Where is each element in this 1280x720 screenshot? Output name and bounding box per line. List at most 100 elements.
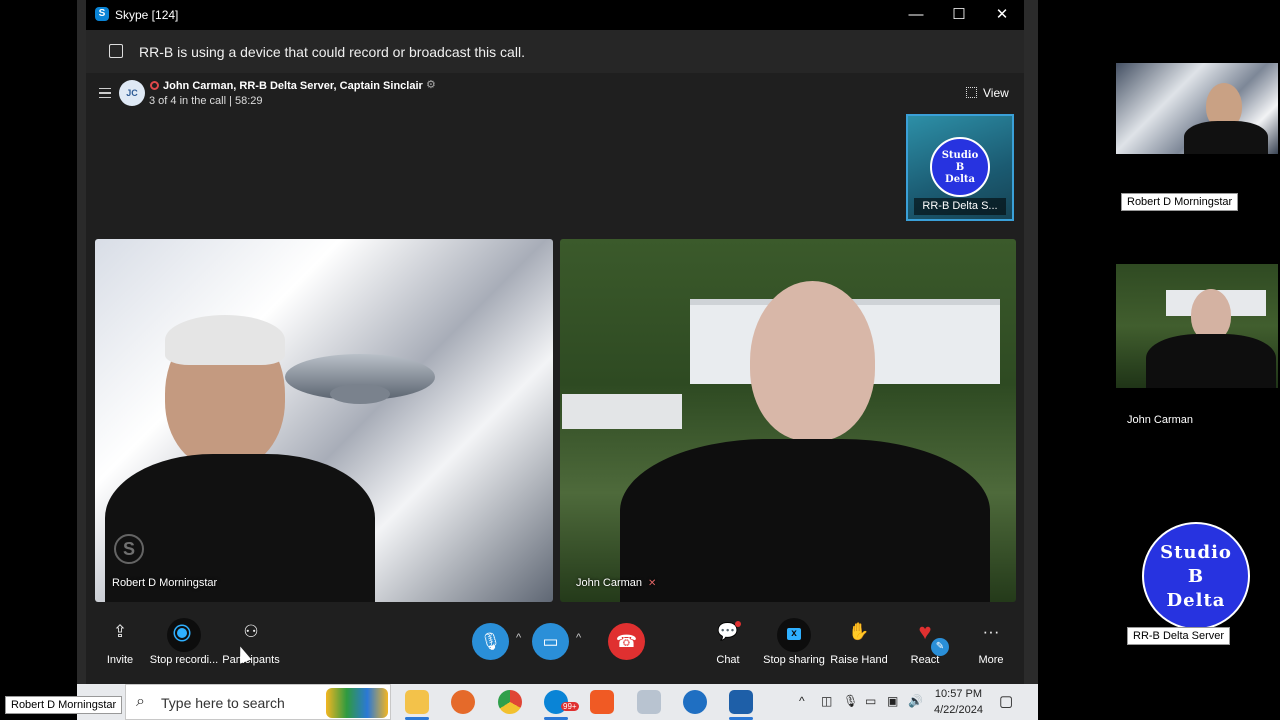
stop-share-icon [777, 618, 811, 652]
clock[interactable]: 10:57 PM 4/22/2024 [934, 686, 983, 718]
minimize-button[interactable]: — [896, 3, 936, 27]
more-button[interactable]: ··· More [956, 618, 1026, 666]
studio-b-delta-logo: Studio B Delta [930, 137, 990, 197]
camera-icon: ▭ [542, 632, 559, 651]
self-tile-label: RR-B Delta S... [914, 198, 1006, 215]
call-avatar[interactable]: JC [119, 80, 145, 106]
broadcast-device-icon [109, 44, 123, 58]
skype-unread-badge: 99+ [561, 702, 579, 711]
participants-button[interactable]: ⚇ Participants [216, 618, 286, 666]
stop-sharing-label: Stop sharing [763, 654, 825, 666]
logo-line: B [1187, 566, 1205, 587]
search-box[interactable]: ⌕ Type here to search [125, 684, 391, 720]
person-body [1146, 334, 1276, 388]
participants-icon: ⚇ [243, 622, 259, 641]
call-status: 3 of 4 in the call | 58:29 [149, 95, 263, 107]
muted-mic-icon: ✕ [648, 578, 657, 589]
background-window-edge [77, 0, 86, 684]
chat-label: Chat [716, 654, 740, 666]
call-controls: ⇪ Invite Stop recordi... ⚇ Participants … [86, 610, 1024, 684]
skype-window: S Skype [124] — ☐ ✕ RR-B is using a devi… [86, 0, 1024, 684]
person-head [750, 281, 875, 441]
chat-icon: 💬 [717, 622, 739, 641]
logo-line: Studio [941, 150, 979, 161]
tray-chevron-icon[interactable]: ^ [799, 694, 805, 708]
video-name-robert: Robert D Morningstar [112, 577, 218, 589]
video-name-john-label: John Carman [576, 577, 643, 589]
tray-app-icon[interactable]: ◫ [821, 694, 832, 708]
grid-icon [966, 87, 977, 98]
person-hair [165, 315, 285, 365]
video-tile-john[interactable]: John Carman ✕ [560, 239, 1016, 602]
mic-options-chevron-icon[interactable]: ^ [516, 632, 521, 644]
recording-indicator-icon [150, 81, 159, 90]
chat-button[interactable]: 💬 Chat [693, 618, 763, 666]
microphone-button[interactable]: 🎙 [472, 623, 509, 660]
person-body [1184, 121, 1268, 154]
side-video-john [1116, 264, 1278, 388]
network-icon[interactable]: ▣ [887, 694, 898, 708]
call-header: JC John Carman, RR-B Delta Server, Capta… [86, 73, 1024, 113]
clock-time: 10:57 PM [934, 688, 983, 700]
chat-notification-dot [735, 621, 741, 627]
stop-sharing-button[interactable]: Stop sharing [759, 618, 829, 666]
brave-icon[interactable] [590, 690, 614, 714]
more-icon: ··· [982, 622, 1000, 641]
logo-line: Studio [1160, 542, 1232, 563]
person-body [620, 439, 990, 602]
colonnade-image [562, 394, 682, 429]
chrome-icon[interactable] [498, 690, 522, 714]
close-button[interactable]: ✕ [982, 3, 1022, 27]
logo-line: Delta [1166, 590, 1226, 611]
hang-up-icon: ☎ [615, 632, 638, 651]
gear-icon[interactable]: ⚙ [426, 78, 436, 91]
more-label: More [978, 654, 1004, 666]
file-explorer-icon[interactable] [405, 690, 429, 714]
view-button[interactable]: View [966, 86, 1009, 100]
background-window-edge-right [1024, 0, 1038, 684]
volume-icon[interactable]: 🔊 [908, 694, 923, 708]
skype-app-icon: S [95, 7, 109, 21]
camera-options-chevron-icon[interactable]: ^ [576, 632, 581, 644]
side-label-robert: Robert D Morningstar [1121, 193, 1239, 211]
react-button[interactable]: ♥ ✎ React [890, 618, 960, 666]
camera-button[interactable]: ▭ [532, 623, 569, 660]
end-call-button[interactable]: ☎ [608, 623, 645, 660]
recording-notice-bar: RR-B is using a device that could record… [86, 30, 1024, 73]
ufo-image [285, 354, 435, 404]
search-highlight-image [326, 688, 388, 718]
side-label-john: John Carman [1127, 414, 1194, 426]
notification-icon[interactable]: ▢ [999, 692, 1013, 710]
heart-icon: ♥ [918, 619, 932, 644]
media-player-icon[interactable] [729, 690, 753, 714]
raise-hand-label: Raise Hand [830, 654, 888, 666]
logo-line: B [955, 162, 965, 173]
view-label: View [983, 86, 1009, 100]
maximize-button[interactable]: ☐ [939, 3, 979, 27]
hand-icon: ✋ [848, 622, 870, 641]
battery-icon[interactable]: ▭ [865, 694, 876, 708]
react-label: React [910, 654, 940, 666]
record-icon [167, 618, 201, 652]
recording-notice-text: RR-B is using a device that could record… [139, 44, 525, 60]
self-video-tile[interactable]: Studio B Delta RR-B Delta S... [906, 114, 1014, 221]
side-video-robert [1116, 63, 1278, 154]
teamviewer-icon[interactable] [683, 690, 707, 714]
tray-microphone-icon[interactable]: 🎙 [843, 694, 858, 708]
firefox-icon[interactable] [451, 690, 475, 714]
side-label-logo: RR-B Delta Server [1127, 627, 1231, 645]
invite-button[interactable]: ⇪ Invite [85, 618, 155, 666]
menu-icon[interactable] [99, 88, 111, 98]
microphone-icon: 🎙 [479, 632, 502, 651]
logo-line: Delta [945, 174, 975, 185]
call-title: John Carman, RR-B Delta Server, Captain … [163, 80, 423, 92]
window-title: Skype [124] [115, 8, 179, 22]
photos-icon[interactable] [637, 690, 661, 714]
stop-recording-button[interactable]: Stop recordi... [149, 618, 252, 666]
video-tile-robert[interactable]: S Robert D Morningstar [95, 239, 553, 602]
title-bar: S Skype [124] — ☐ ✕ [86, 0, 1024, 30]
pen-icon: ✎ [931, 638, 949, 656]
raise-hand-button[interactable]: ✋ Raise Hand [824, 618, 894, 666]
bottom-name-label: Robert D Morningstar [5, 696, 123, 714]
share-icon: ⇪ [112, 622, 128, 641]
